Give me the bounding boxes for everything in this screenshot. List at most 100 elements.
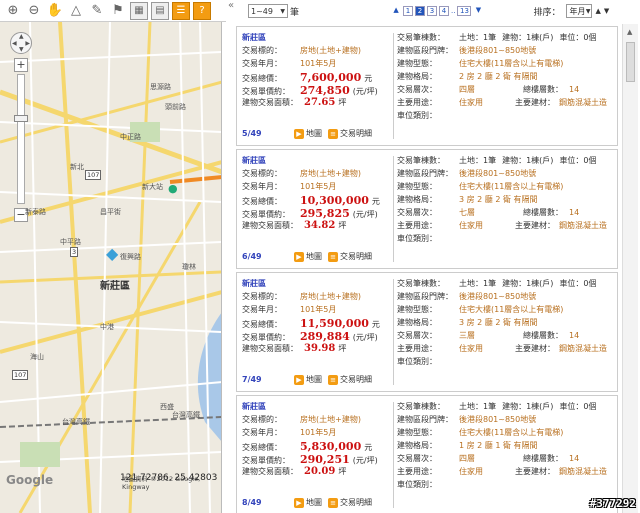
per-ping-unit: (元/坪) [352,333,378,342]
unit-price-label: 交易單價約： [242,210,290,219]
zoom-out-icon[interactable]: ⊖ [25,2,43,20]
count-building: 建物：1棟(戶) [502,33,554,42]
sort-select[interactable]: 年月 ▼ [566,4,593,18]
detail-button[interactable]: ≡ 交易明細 [328,374,372,385]
page-link-active[interactable]: 2 [415,6,426,16]
listing-card: 新莊區 交易標的： 房地(土地+建物) 交易年月： 101年5月 交易總價： 5,83… [236,395,618,513]
zoom-in-icon[interactable]: ⊕ [4,2,22,20]
pan-right-icon[interactable]: ▶ [25,40,30,47]
yearmonth-value: 101年5月 [300,428,337,437]
layout-value: 2 房 2 廳 2 衛 有隔間 [459,72,538,81]
parking-label: 車位類別： [397,111,437,120]
collapse-panel-icon[interactable]: « [223,0,239,14]
district-name: 新莊區 [242,156,266,165]
chevron-down-icon: ▼ [585,7,591,15]
map-button[interactable]: ▶ 地圖 [294,497,322,508]
location-pin-icon[interactable]: ◆ [106,244,118,263]
range-unit: 筆 [290,7,300,18]
detail-button[interactable]: ≡ 交易明細 [328,497,372,508]
scroll-up-icon[interactable]: ▲ [627,28,632,36]
building-type-label: 建物型態： [397,305,437,314]
use-label: 主要用途： [397,221,437,230]
listing-index: 6/49 [242,252,262,261]
detail-button-label: 交易明細 [340,252,372,261]
use-value: 住家用 [459,344,483,353]
floors-total-value: 14 [569,454,580,463]
address-label: 建物區段門牌： [397,415,453,424]
pan-down-icon[interactable]: ▼ [19,46,24,53]
scrollbar[interactable]: ▲ [622,24,638,513]
detail-button[interactable]: ≡ 交易明細 [328,251,372,262]
pan-control[interactable]: ▲ ▼ ◀ ▶ [10,32,32,54]
sort-select-value: 年月 [569,6,586,16]
layout-value: 3 房 2 廳 2 衛 有隔間 [459,195,538,204]
layer-icon[interactable]: ▦ [130,1,148,20]
area-value: 20.09 [304,466,336,477]
address-value: 後港段801~850地號 [459,169,537,178]
pan-left-icon[interactable]: ◀ [12,40,17,47]
marker-icon[interactable]: ⚑ [109,2,127,20]
map-label: 新大站 [142,183,163,191]
sort-descending-icon[interactable]: ▼ [604,7,609,15]
prev-page-icon[interactable]: ▲ [391,6,401,16]
pencil-icon[interactable]: ✎ [88,2,106,20]
currency-unit: 元 [364,443,373,452]
parking-label: 車位類別： [397,480,437,489]
unit-price-label: 交易單價約： [242,456,290,465]
material-value: 鋼筋混凝土造 [559,221,607,230]
station-pin-icon[interactable]: ● [168,182,178,195]
ping-unit: 坪 [338,467,347,476]
map-label: 中平路 [60,238,81,246]
currency-unit: 元 [371,320,380,329]
zoom-in-button[interactable]: + [14,58,28,72]
use-value: 住家用 [459,467,483,476]
page-link[interactable]: 4 [439,6,450,16]
count-building: 建物：1棟(戶) [502,279,554,288]
range-select[interactable]: 1~49 ▼ [248,4,288,18]
chevron-down-icon: ▼ [280,7,285,15]
layout-value: 1 房 2 廳 1 衛 有隔間 [459,441,538,450]
floor-value: 四層 [459,85,475,94]
map-label: 復興路 [120,253,141,261]
sort-ascending-icon[interactable]: ▲ [595,7,600,15]
help-icon[interactable]: ? [193,1,211,20]
map-button[interactable]: ▶ 地圖 [294,128,322,139]
scrollbar-thumb[interactable] [626,42,635,82]
listing-card: 新莊區 交易標的： 房地(土地+建物) 交易年月： 101年5月 交易總價： 11,5… [236,272,618,392]
total-price-value: 10,300,000 [300,194,369,207]
detail-button[interactable]: ≡ 交易明細 [328,128,372,139]
list-icon[interactable]: ☰ [172,1,190,20]
pan-up-icon[interactable]: ▲ [19,33,24,40]
watermark: #377292 [589,497,636,510]
zoom-slider-thumb[interactable] [14,115,28,122]
floor-value: 七層 [459,208,475,217]
count-land: 土地：1筆 [459,156,497,165]
map-button[interactable]: ▶ 地圖 [294,374,322,385]
map-button[interactable]: ▶ 地圖 [294,251,322,262]
map-label: 瓊林 [182,263,196,271]
material-label: 主要建材： [515,344,555,353]
floors-total-label: 總樓層數： [523,85,563,94]
use-value: 住家用 [459,221,483,230]
triangle-measure-icon[interactable]: △ [67,2,85,20]
type-label: 交易標的： [242,292,282,301]
building-type-label: 建物型態： [397,59,437,68]
floors-total-value: 14 [569,85,580,94]
total-price-label: 交易總價： [242,197,282,206]
total-price-value: 7,600,000 [300,71,362,84]
area-value: 34.82 [304,220,336,231]
page-link[interactable]: 3 [427,6,438,16]
page-link-last[interactable]: 13 [457,6,472,16]
pan-hand-icon[interactable]: ✋ [46,2,64,20]
map-button-label: 地圖 [306,129,322,138]
card-footer: 6/49 ▶ 地圖 ≡ 交易明細 [242,251,378,262]
next-page-icon[interactable]: ▼ [473,6,483,16]
page-link[interactable]: 1 [403,6,414,16]
type-label: 交易標的： [242,415,282,424]
listing-details: 交易筆棟數： 土地：1筆 建物：1棟(戶) 車位：0個 建物區段門牌： 後港段801~8… [397,32,615,123]
unit-price-label: 交易單價約： [242,333,290,342]
map-view[interactable]: ▲ ▼ ◀ ▶ + − 中正路 思源路 頭前路 中平路 昌平街 新泰路 復興路 … [0,22,222,513]
print-icon[interactable]: ▤ [151,1,169,20]
zoom-slider[interactable] [14,74,28,204]
detail-button-label: 交易明細 [340,498,372,507]
